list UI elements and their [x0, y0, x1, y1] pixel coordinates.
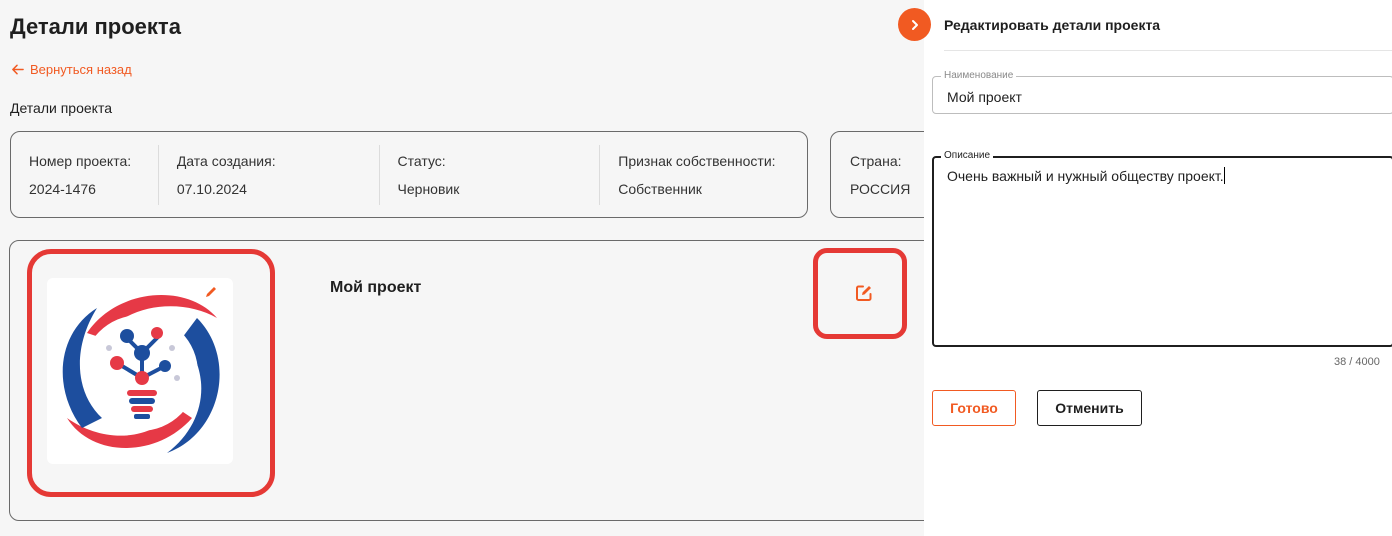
arrow-left-icon	[12, 64, 24, 75]
chevron-right-icon	[911, 19, 918, 30]
name-field[interactable]: Наименование Мой проект	[932, 70, 1392, 114]
logo-highlight-frame	[27, 249, 275, 497]
drawer-title: Редактировать детали проекта	[944, 17, 1161, 33]
edit-drawer: Редактировать детали проекта Наименовани…	[924, 0, 1392, 536]
info-label: Статус:	[397, 152, 446, 169]
info-country: Страна: РОССИЯ	[831, 132, 924, 217]
back-link[interactable]: Вернуться назад	[11, 62, 132, 77]
info-value: 07.10.2024	[176, 180, 247, 197]
collapse-drawer-button[interactable]	[898, 8, 931, 41]
description-field-value-wrap[interactable]: Очень важный и нужный обществу проект.	[947, 167, 1225, 184]
text-caret	[1223, 167, 1225, 184]
drawer-divider	[944, 50, 1392, 51]
page-title: Детали проекта	[10, 14, 181, 39]
description-field-legend: Описание	[941, 150, 994, 162]
info-value: Собственник	[618, 180, 702, 197]
project-details-page: Детали проекта Вернуться назад Детали пр…	[0, 0, 924, 536]
name-field-value[interactable]: Мой проект	[947, 89, 1022, 105]
info-value: Черновик	[397, 180, 460, 197]
project-info-card: Номер проекта: 2024-1476 Дата создания: …	[10, 131, 808, 218]
info-label: Дата создания:	[176, 152, 276, 169]
done-button[interactable]: Готово	[932, 390, 1016, 426]
info-ownership: Признак собственности: Собственник	[599, 144, 807, 205]
info-status: Статус: Черновик	[378, 144, 600, 205]
character-counter: 38 / 4000	[1334, 356, 1380, 368]
info-created-date: Дата создания: 07.10.2024	[157, 144, 379, 205]
edit-square-icon[interactable]	[853, 282, 875, 304]
project-country-card: Страна: РОССИЯ	[830, 131, 924, 218]
description-field[interactable]: Описание Очень важный и нужный обществу …	[932, 150, 1392, 347]
section-label: Детали проекта	[10, 100, 112, 116]
cancel-button[interactable]: Отменить	[1037, 390, 1142, 426]
info-label: Номер проекта:	[29, 152, 132, 169]
project-name: Мой проект	[330, 279, 422, 296]
name-field-legend: Наименование	[941, 70, 1017, 82]
project-card: Мой проект	[9, 240, 924, 521]
info-label: Признак собственности:	[618, 152, 776, 169]
description-field-value: Очень важный и нужный обществу проект.	[947, 168, 1224, 184]
info-value: 2024-1476	[29, 180, 96, 197]
back-link-label: Вернуться назад	[30, 62, 132, 77]
info-project-number: Номер проекта: 2024-1476	[11, 145, 158, 205]
info-value: РОССИЯ	[850, 180, 911, 197]
info-label: Страна:	[850, 152, 902, 169]
